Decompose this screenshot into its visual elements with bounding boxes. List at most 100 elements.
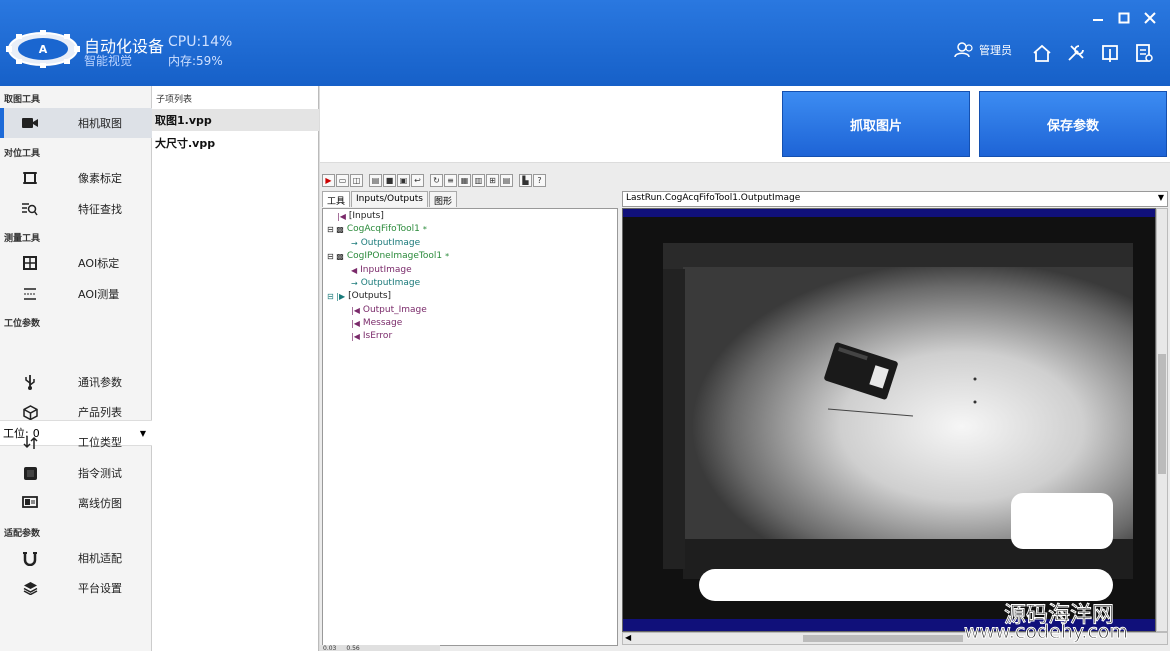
crop-icon bbox=[22, 170, 38, 186]
swap-icon bbox=[22, 434, 38, 450]
reset-icon[interactable]: ◫ bbox=[350, 174, 363, 187]
sidebar-item-camera-adapt[interactable]: 相机适配 bbox=[0, 543, 152, 573]
file-item[interactable]: 取图1.vpp bbox=[152, 109, 319, 131]
cube-icon bbox=[22, 404, 38, 420]
tools-button[interactable] bbox=[1065, 42, 1087, 64]
home-icon bbox=[1033, 44, 1051, 62]
import-icon[interactable]: ↩ bbox=[411, 174, 424, 187]
tree-node-label: [Inputs] bbox=[348, 211, 384, 221]
sub-list-title: 子项列表 bbox=[156, 95, 193, 105]
app-subtitle: 智能视觉 bbox=[84, 54, 133, 68]
status-bar: 0.03 0.56 bbox=[320, 645, 440, 651]
chevron-down-icon: ▼ bbox=[1157, 193, 1164, 202]
tool-tree: |◀ [Inputs] ⊟ ▩ CogAcqFifoTool1 * → OutputIm… bbox=[322, 208, 618, 646]
close-button[interactable] bbox=[1138, 8, 1162, 28]
refresh-icon[interactable]: ↻ bbox=[430, 174, 443, 187]
video-camera-icon bbox=[22, 115, 38, 131]
scroll-thumb[interactable] bbox=[803, 635, 963, 642]
tree-node-label: CogAcqFifoTool1 bbox=[346, 224, 420, 234]
sidebar-item-platform-settings[interactable]: 平台设置 bbox=[0, 573, 152, 603]
sidebar-item-aoi-measure[interactable]: AOI测量 bbox=[0, 279, 152, 309]
minimize-button[interactable] bbox=[1086, 8, 1110, 28]
tree-node[interactable]: → OutputImage bbox=[351, 278, 420, 288]
image-source-select[interactable]: LastRun.CogAcqFifoTool1.OutputImage ▼ bbox=[622, 191, 1168, 207]
sidebar-item-label: 特征查找 bbox=[78, 203, 122, 216]
user-account[interactable]: 管理员 bbox=[954, 42, 1012, 58]
sidebar-item-product-list[interactable]: 产品列表 bbox=[0, 397, 152, 427]
minimize-icon bbox=[1093, 19, 1103, 21]
tree-node[interactable]: |◀ IsError bbox=[351, 331, 392, 341]
tree-node[interactable]: ⊟ |▶ [Outputs] bbox=[327, 291, 391, 301]
tree-node[interactable]: |◀ Output_Image bbox=[351, 305, 427, 315]
section-measure: 测量工具 bbox=[4, 234, 41, 244]
table-icon[interactable]: ▤ bbox=[500, 174, 513, 187]
tree-node-label: [Outputs] bbox=[348, 291, 392, 301]
tree-node-label: Output_Image bbox=[362, 305, 427, 315]
chevron-left-icon[interactable]: ◀ bbox=[625, 633, 631, 642]
sidebar-item-label: AOI测量 bbox=[78, 288, 120, 301]
close-icon bbox=[1144, 12, 1156, 24]
tree-icon[interactable]: ⊞ bbox=[486, 174, 499, 187]
tree-node-label: OutputImage bbox=[360, 278, 421, 288]
file-item[interactable]: 大尺寸.vpp bbox=[152, 132, 319, 154]
save-as-icon[interactable]: ▣ bbox=[397, 174, 410, 187]
sidebar-item-label: 工位类型 bbox=[78, 436, 122, 449]
sidebar-item-camera-capture[interactable]: 相机取图 bbox=[0, 108, 152, 138]
image-source-value: LastRun.CogAcqFifoTool1.OutputImage bbox=[626, 193, 801, 203]
vision-pro-panel: ▶ ▭ ◫ ▤ ■ ▣ ↩ ↻ ≡ ▦ ▥ ⊞ ▤ ▙ ? 工具 Inputs/… bbox=[320, 163, 1170, 651]
tree-node[interactable]: ⊟ ▩ CogAcqFifoTool1 * bbox=[327, 224, 427, 234]
horizontal-scrollbar[interactable]: ◀ bbox=[622, 632, 1168, 645]
sidebar-item-label: 相机取图 bbox=[78, 117, 122, 130]
action-bar: 抓取图片 保存参数 bbox=[320, 86, 1170, 162]
tree-node[interactable]: → OutputImage bbox=[351, 238, 420, 248]
tree-node[interactable]: |◀ [Inputs] bbox=[337, 211, 384, 221]
chart-icon[interactable]: ▙ bbox=[519, 174, 532, 187]
sidebar-item-label: 产品列表 bbox=[78, 406, 122, 419]
sidebar-item-label: AOI标定 bbox=[78, 257, 120, 270]
tree-node[interactable]: |◀ Message bbox=[351, 318, 402, 328]
vertical-scrollbar[interactable] bbox=[1156, 208, 1168, 632]
tree-node[interactable]: ⊟ ▩ CogIPOneImageTool1 * bbox=[327, 251, 449, 261]
home-button[interactable] bbox=[1031, 42, 1053, 64]
display-icon[interactable]: ▥ bbox=[472, 174, 485, 187]
sidebar-item-comm-params[interactable]: 通讯参数 bbox=[0, 367, 152, 397]
section-alignment: 对位工具 bbox=[4, 149, 41, 159]
scroll-thumb[interactable] bbox=[1158, 354, 1166, 474]
tree-node-label: IsError bbox=[362, 331, 393, 341]
manual-button[interactable] bbox=[1099, 42, 1121, 64]
sidebar-item-command-test[interactable]: 指令测试 bbox=[0, 458, 152, 488]
sidebar-item-label: 像素标定 bbox=[78, 172, 122, 185]
section-acquire: 取图工具 bbox=[4, 95, 41, 105]
tab-tools[interactable]: 工具 bbox=[322, 191, 351, 207]
sidebar-item-station-type[interactable]: 工位类型 bbox=[0, 427, 152, 457]
camera-image bbox=[623, 209, 1155, 631]
camera-image-display[interactable] bbox=[622, 208, 1156, 632]
tree-node-label: CogIPOneImageTool1 bbox=[346, 251, 443, 261]
status-total: 0.56 bbox=[346, 645, 360, 651]
maximize-button[interactable] bbox=[1112, 8, 1136, 28]
capture-image-button[interactable]: 抓取图片 bbox=[782, 91, 970, 157]
vision-toolbar: ▶ ▭ ◫ ▤ ■ ▣ ↩ ↻ ≡ ▦ ▥ ⊞ ▤ ▙ ? bbox=[322, 174, 546, 189]
open-icon[interactable]: ▤ bbox=[369, 174, 382, 187]
continuous-run-icon[interactable]: ▭ bbox=[336, 174, 349, 187]
save-params-button[interactable]: 保存参数 bbox=[979, 91, 1167, 157]
sidebar-item-label: 通讯参数 bbox=[78, 376, 122, 389]
measure-icon bbox=[22, 286, 38, 302]
stack-icon[interactable]: ≡ bbox=[444, 174, 457, 187]
run-icon[interactable]: ▶ bbox=[322, 174, 335, 187]
help-icon[interactable]: ? bbox=[533, 174, 546, 187]
image-icon[interactable]: ▦ bbox=[458, 174, 471, 187]
tree-node[interactable]: ◀ InputImage bbox=[351, 265, 412, 275]
sidebar-item-label: 指令测试 bbox=[78, 467, 122, 480]
grid-icon bbox=[22, 255, 38, 271]
sidebar-item-feature-search[interactable]: 特征查找 bbox=[0, 194, 152, 224]
sidebar-item-pixel-calibration[interactable]: 像素标定 bbox=[0, 163, 152, 193]
sidebar-item-aoi-calibration[interactable]: AOI标定 bbox=[0, 248, 152, 278]
section-station: 工位参数 bbox=[4, 319, 41, 329]
sidebar-item-offline-sim[interactable]: 离线仿图 bbox=[0, 488, 152, 518]
tab-inputs-outputs[interactable]: Inputs/Outputs bbox=[351, 191, 428, 207]
monitor-icon bbox=[22, 495, 38, 511]
save-icon[interactable]: ■ bbox=[383, 174, 396, 187]
tab-graphics[interactable]: 图形 bbox=[429, 191, 458, 207]
log-button[interactable] bbox=[1133, 42, 1155, 64]
